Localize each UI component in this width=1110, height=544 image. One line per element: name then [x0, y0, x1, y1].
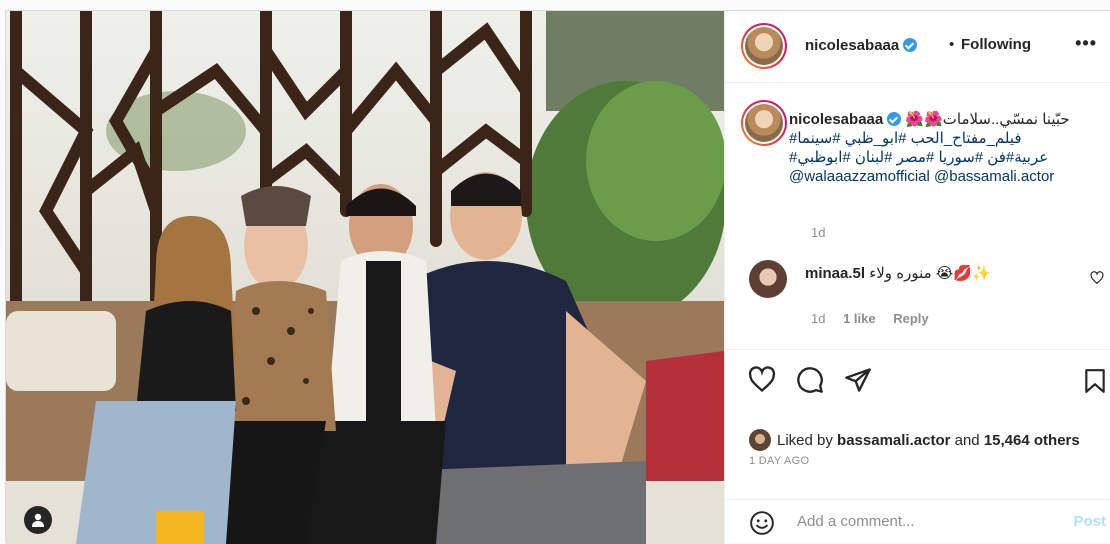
separator-dot: • [949, 36, 955, 53]
comment-meta: 1d 1 like Reply [811, 311, 943, 326]
post-photo[interactable] [6, 11, 724, 544]
bookmark-icon[interactable] [1082, 366, 1108, 396]
likes-others[interactable]: 15,464 others [984, 432, 1080, 449]
reply-button[interactable]: Reply [893, 311, 928, 326]
liker-avatar[interactable] [749, 429, 771, 451]
comment-like-icon[interactable] [1090, 271, 1104, 285]
comment-age[interactable]: 1d [811, 311, 825, 326]
share-icon[interactable] [843, 366, 873, 394]
verified-icon [903, 38, 918, 52]
heart-icon[interactable] [747, 366, 777, 394]
likes-middle: and [954, 432, 980, 449]
add-comment-bar: Post [725, 499, 1110, 544]
caption-avatar[interactable] [741, 100, 787, 146]
comment-text: minaa.5l منوره ولاء 😭💋✨ [805, 264, 991, 282]
post-side-panel: nicolesabaaa • Following ••• nicolesabaa… [724, 11, 1110, 544]
caption-age[interactable]: 1d [811, 225, 825, 240]
verified-icon [887, 112, 902, 126]
caption-hashtags-2[interactable]: عربية#فن #سوريا #مصر #لبنان #ابوظبي# [789, 148, 1094, 167]
post-actions: Liked by bassamali.actor and 15,464 othe… [725, 349, 1110, 499]
likes-summary: Liked by bassamali.actor and 15,464 othe… [749, 429, 1080, 451]
likes-prefix: Liked by [777, 432, 833, 449]
comment-icon[interactable] [795, 366, 825, 394]
caption-first-line: nicolesabaaa 🌺🌺حبّينا نمسّي..سلامات [789, 110, 1094, 129]
post-comment-button[interactable]: Post [1073, 513, 1106, 530]
caption-hashtags-1[interactable]: فيلم_مفتاح_الحب #ابو_ظبي #سينما# [789, 129, 1094, 148]
commenter-avatar[interactable] [749, 260, 787, 298]
photo-illustration [6, 11, 724, 544]
add-comment-input[interactable] [797, 513, 1037, 530]
caption-username[interactable]: nicolesabaaa [789, 111, 883, 128]
comment-likes[interactable]: 1 like [843, 311, 876, 326]
emoji-icon[interactable] [749, 510, 775, 536]
comments-area[interactable]: nicolesabaaa 🌺🌺حبّينا نمسّي..سلامات فيلم… [725, 84, 1110, 349]
author-username[interactable]: nicolesabaaa [805, 37, 899, 54]
comment-body: منوره ولاء 😭💋✨ [869, 265, 991, 282]
post-date[interactable]: 1 DAY AGO [749, 455, 809, 467]
author-username-row: nicolesabaaa [805, 37, 918, 54]
more-icon[interactable]: ••• [1075, 33, 1097, 54]
instagram-post: nicolesabaaa • Following ••• nicolesabaa… [5, 10, 1110, 544]
following-button[interactable]: Following [961, 36, 1031, 53]
comment-username[interactable]: minaa.5l [805, 265, 865, 282]
post-header: nicolesabaaa • Following ••• [725, 11, 1110, 83]
liker-username[interactable]: bassamali.actor [837, 432, 950, 449]
user-tag-button[interactable] [24, 506, 52, 534]
caption-meta: 1d [811, 225, 839, 240]
caption-text: nicolesabaaa 🌺🌺حبّينا نمسّي..سلامات فيلم… [789, 110, 1094, 186]
author-avatar[interactable] [741, 23, 787, 69]
caption-mentions[interactable]: @walaaazzamofficial @bassamali.actor [789, 168, 1054, 185]
caption-line1: 🌺🌺حبّينا نمسّي..سلامات [905, 111, 1070, 128]
user-tag-icon [32, 513, 44, 527]
